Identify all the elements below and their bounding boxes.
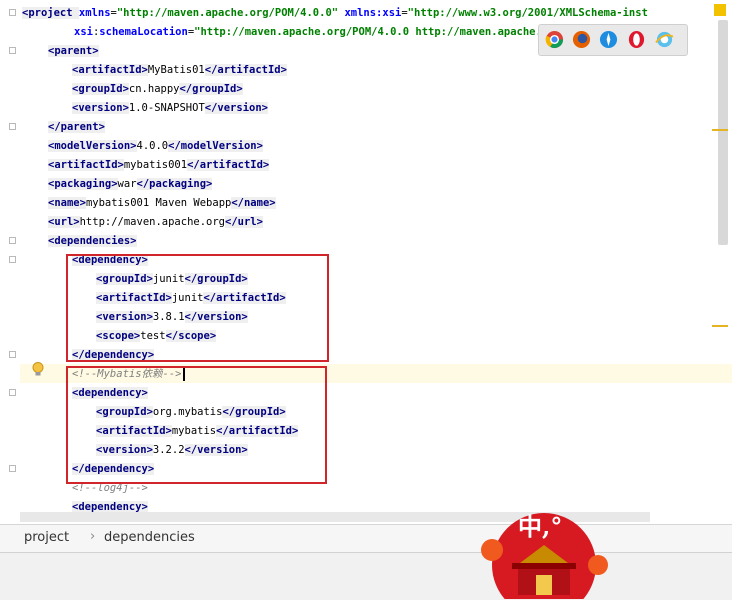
code-token: </artifactId> — [204, 64, 287, 76]
code-token: xsi — [74, 26, 93, 38]
code-token: <parent> — [48, 45, 99, 57]
fold-toggle-icon[interactable] — [9, 351, 16, 358]
fold-toggle-icon[interactable] — [9, 237, 16, 244]
ie-icon[interactable] — [655, 30, 674, 49]
code-token: <packaging> — [48, 178, 118, 190]
code-line-dependencies-open[interactable]: <dependencies> — [48, 232, 137, 251]
code-token: schemaLocation — [99, 26, 188, 38]
code-token: "http://www.w3.org/2001/XMLSchema-inst — [407, 7, 648, 19]
browser-preview-bar — [538, 24, 688, 56]
code-token: <artifactId> — [72, 64, 148, 76]
code-token: cn.happy — [128, 83, 180, 95]
code-line-url[interactable]: <url>http://maven.apache.org</url> — [48, 213, 263, 232]
warning-marker[interactable] — [712, 129, 728, 131]
code-line-parent-close[interactable]: </parent> — [48, 118, 105, 137]
code-token: </artifactId> — [187, 159, 270, 171]
firefox-icon[interactable] — [572, 30, 591, 49]
breadcrumb-item-dependencies[interactable]: dependencies — [104, 530, 195, 545]
code-line-modelVersion[interactable]: <modelVersion>4.0.0</modelVersion> — [48, 137, 263, 156]
code-token: <version> — [72, 102, 129, 114]
code-line-project-open[interactable]: <project xmlns="http://maven.apache.org/… — [22, 4, 648, 23]
code-line-name[interactable]: <name>mybatis001 Maven Webapp</name> — [48, 194, 276, 213]
badge-text: 中,° — [518, 512, 562, 541]
chrome-icon[interactable] — [545, 30, 564, 49]
code-token: war — [117, 178, 137, 190]
code-token: <dependencies> — [48, 235, 137, 247]
code-token: "http://maven.apache.org/POM/4.0.0" — [116, 7, 339, 19]
breadcrumb-separator: › — [90, 529, 96, 544]
breadcrumb-item-project[interactable]: project — [24, 530, 69, 545]
code-token: 4.0.0 — [136, 140, 169, 152]
code-token: MyBatis01 — [147, 64, 205, 76]
code-token: </groupId> — [179, 83, 243, 95]
code-line-parent-open[interactable]: <parent> — [48, 42, 99, 61]
mybatis-dependency-highlight-box — [66, 366, 327, 484]
lightbulb-icon[interactable] — [30, 361, 46, 377]
fold-toggle-icon[interactable] — [9, 465, 16, 472]
tiananmen-badge-icon: 中,° — [481, 512, 608, 599]
code-token: <url> — [48, 216, 80, 228]
code-token: <modelVersion> — [48, 140, 137, 152]
safari-icon[interactable] — [599, 30, 618, 49]
fold-toggle-icon[interactable] — [9, 389, 16, 396]
code-token: <groupId> — [72, 83, 129, 95]
code-token: </parent> — [48, 121, 105, 133]
code-token: xmlns:xsi — [344, 7, 402, 19]
fold-toggle-icon[interactable] — [9, 256, 16, 263]
opera-icon[interactable] — [627, 30, 646, 49]
junit-dependency-highlight-box — [66, 254, 329, 362]
vertical-scrollbar[interactable] — [718, 20, 728, 245]
code-token: http://maven.apache.org — [79, 216, 226, 228]
code-token: <artifactId> — [48, 159, 124, 171]
code-token: 1.0-SNAPSHOT — [128, 102, 205, 114]
code-token: </version> — [204, 102, 268, 114]
fold-toggle-icon[interactable] — [9, 123, 16, 130]
warning-marker[interactable] — [712, 325, 728, 327]
code-token: mybatis001 — [123, 159, 188, 171]
bottom-tool-bar — [0, 552, 732, 600]
code-editor[interactable]: <project xmlns="http://maven.apache.org/… — [0, 0, 732, 524]
fold-toggle-icon[interactable] — [9, 9, 16, 16]
code-line-packaging[interactable]: <packaging>war</packaging> — [48, 175, 213, 194]
code-line-parent-version[interactable]: <version>1.0-SNAPSHOT</version> — [72, 99, 268, 118]
code-line-parent-groupId[interactable]: <groupId>cn.happy</groupId> — [72, 80, 243, 99]
code-token: <project — [22, 7, 79, 19]
code-line-parent-artifactId[interactable]: <artifactId>MyBatis01</artifactId> — [72, 61, 287, 80]
code-token: xmlns — [78, 7, 111, 19]
fold-toggle-icon[interactable] — [9, 47, 16, 54]
inspection-status-icon[interactable] — [714, 4, 726, 16]
breadcrumb: project › dependencies — [0, 524, 732, 553]
code-token: </packaging> — [136, 178, 213, 190]
code-token: mybatis001 Maven Webapp — [85, 197, 232, 209]
code-line-artifactId[interactable]: <artifactId>mybatis001</artifactId> — [48, 156, 270, 175]
code-token: </modelVersion> — [168, 140, 263, 152]
code-token: <name> — [48, 197, 86, 209]
code-token: </name> — [231, 197, 276, 209]
code-token: </url> — [225, 216, 263, 228]
